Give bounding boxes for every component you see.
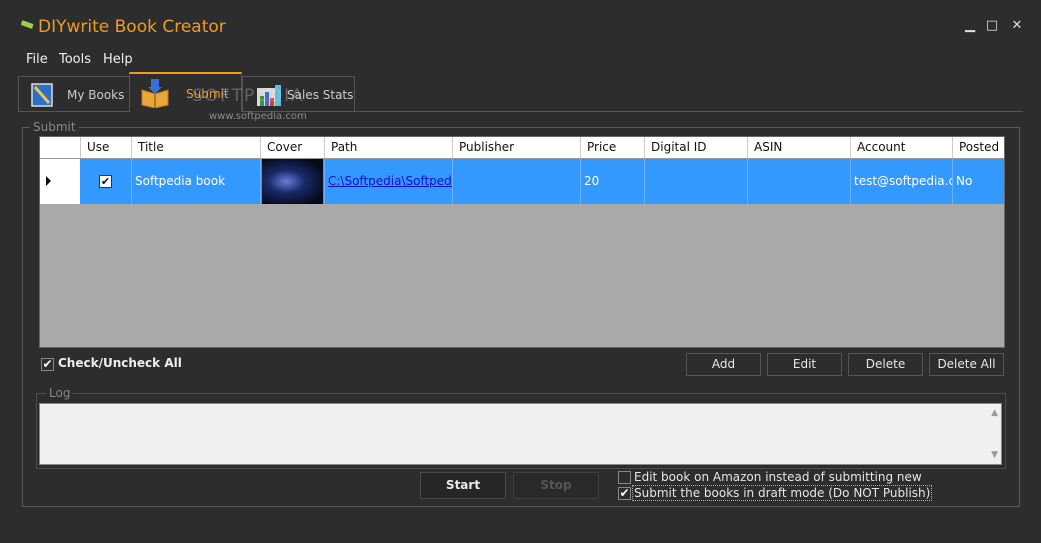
tab-my-books-label: My Books (67, 88, 125, 102)
cell-price[interactable]: 20 (580, 159, 644, 204)
watermark-brand: SOFTPEDIA (192, 86, 305, 106)
grid-header-corner (40, 137, 80, 158)
menu-help[interactable]: Help (103, 52, 133, 67)
cell-use[interactable]: ✔ (80, 159, 131, 204)
app-logo-icon (20, 19, 34, 29)
draft-mode-label[interactable]: Submit the books in draft mode (Do NOT P… (631, 485, 933, 501)
cell-path-link[interactable]: C:\Softpedia\Softpedi... (324, 159, 452, 204)
column-header-asin[interactable]: ASIN (747, 137, 850, 158)
column-header-cover[interactable]: Cover (260, 137, 324, 158)
edit-on-amazon-label[interactable]: Edit book on Amazon instead of submittin… (634, 470, 922, 484)
check-all-checkbox[interactable]: ✔ (41, 358, 54, 371)
submit-group-legend: Submit (30, 120, 79, 134)
minimize-button[interactable]: ▁ (958, 14, 982, 38)
cell-account[interactable]: test@softpedia.c... (850, 159, 952, 204)
cell-title[interactable]: Softpedia book (131, 159, 260, 204)
add-button[interactable]: Add (686, 353, 761, 376)
start-button[interactable]: Start (420, 472, 506, 499)
cell-digital-id[interactable] (644, 159, 747, 204)
cell-cover[interactable] (260, 159, 324, 204)
table-row[interactable]: ✔ Softpedia book C:\Softpedia\Softpedi..… (80, 159, 1004, 204)
close-button[interactable]: ✕ (1005, 14, 1029, 38)
menu-tools[interactable]: Tools (59, 52, 91, 67)
column-header-path[interactable]: Path (324, 137, 452, 158)
column-header-use[interactable]: Use (80, 137, 131, 158)
current-row-arrow-icon (46, 176, 51, 186)
stop-button: Stop (513, 472, 599, 499)
grid-header: Use Title Cover Path Publisher Price Dig… (40, 137, 1004, 159)
column-header-account[interactable]: Account (850, 137, 952, 158)
book-icon (29, 81, 57, 112)
log-group-legend: Log (46, 386, 74, 400)
scroll-up-icon[interactable]: ▲ (991, 408, 998, 418)
use-checkbox[interactable]: ✔ (99, 175, 112, 188)
cell-publisher[interactable] (452, 159, 580, 204)
delete-all-button[interactable]: Delete All (929, 353, 1004, 376)
cell-posted[interactable]: No (952, 159, 1004, 204)
row-header[interactable] (40, 159, 81, 204)
check-all-label[interactable]: Check/Uncheck All (58, 356, 182, 370)
column-header-digital-id[interactable]: Digital ID (644, 137, 747, 158)
cover-thumbnail (262, 159, 323, 204)
maximize-button[interactable]: □ (980, 14, 1004, 38)
delete-button[interactable]: Delete (848, 353, 923, 376)
books-grid[interactable]: Use Title Cover Path Publisher Price Dig… (39, 136, 1005, 348)
column-header-publisher[interactable]: Publisher (452, 137, 580, 158)
column-header-title[interactable]: Title (131, 137, 260, 158)
column-header-price[interactable]: Price (580, 137, 644, 158)
scroll-down-icon[interactable]: ▼ (991, 450, 998, 460)
submit-books-icon (140, 78, 172, 111)
menu-file[interactable]: File (26, 52, 48, 67)
window-title: DIYwrite Book Creator (38, 17, 226, 37)
watermark-url: www.softpedia.com (209, 111, 307, 122)
tab-my-books[interactable]: My Books (18, 76, 130, 111)
edit-on-amazon-checkbox[interactable] (618, 471, 631, 484)
edit-button[interactable]: Edit (767, 353, 842, 376)
log-textarea[interactable]: ▲ ▼ (39, 403, 1002, 465)
column-header-posted[interactable]: Posted (952, 137, 1004, 158)
draft-mode-checkbox[interactable]: ✔ (618, 487, 631, 500)
cell-asin[interactable] (747, 159, 850, 204)
